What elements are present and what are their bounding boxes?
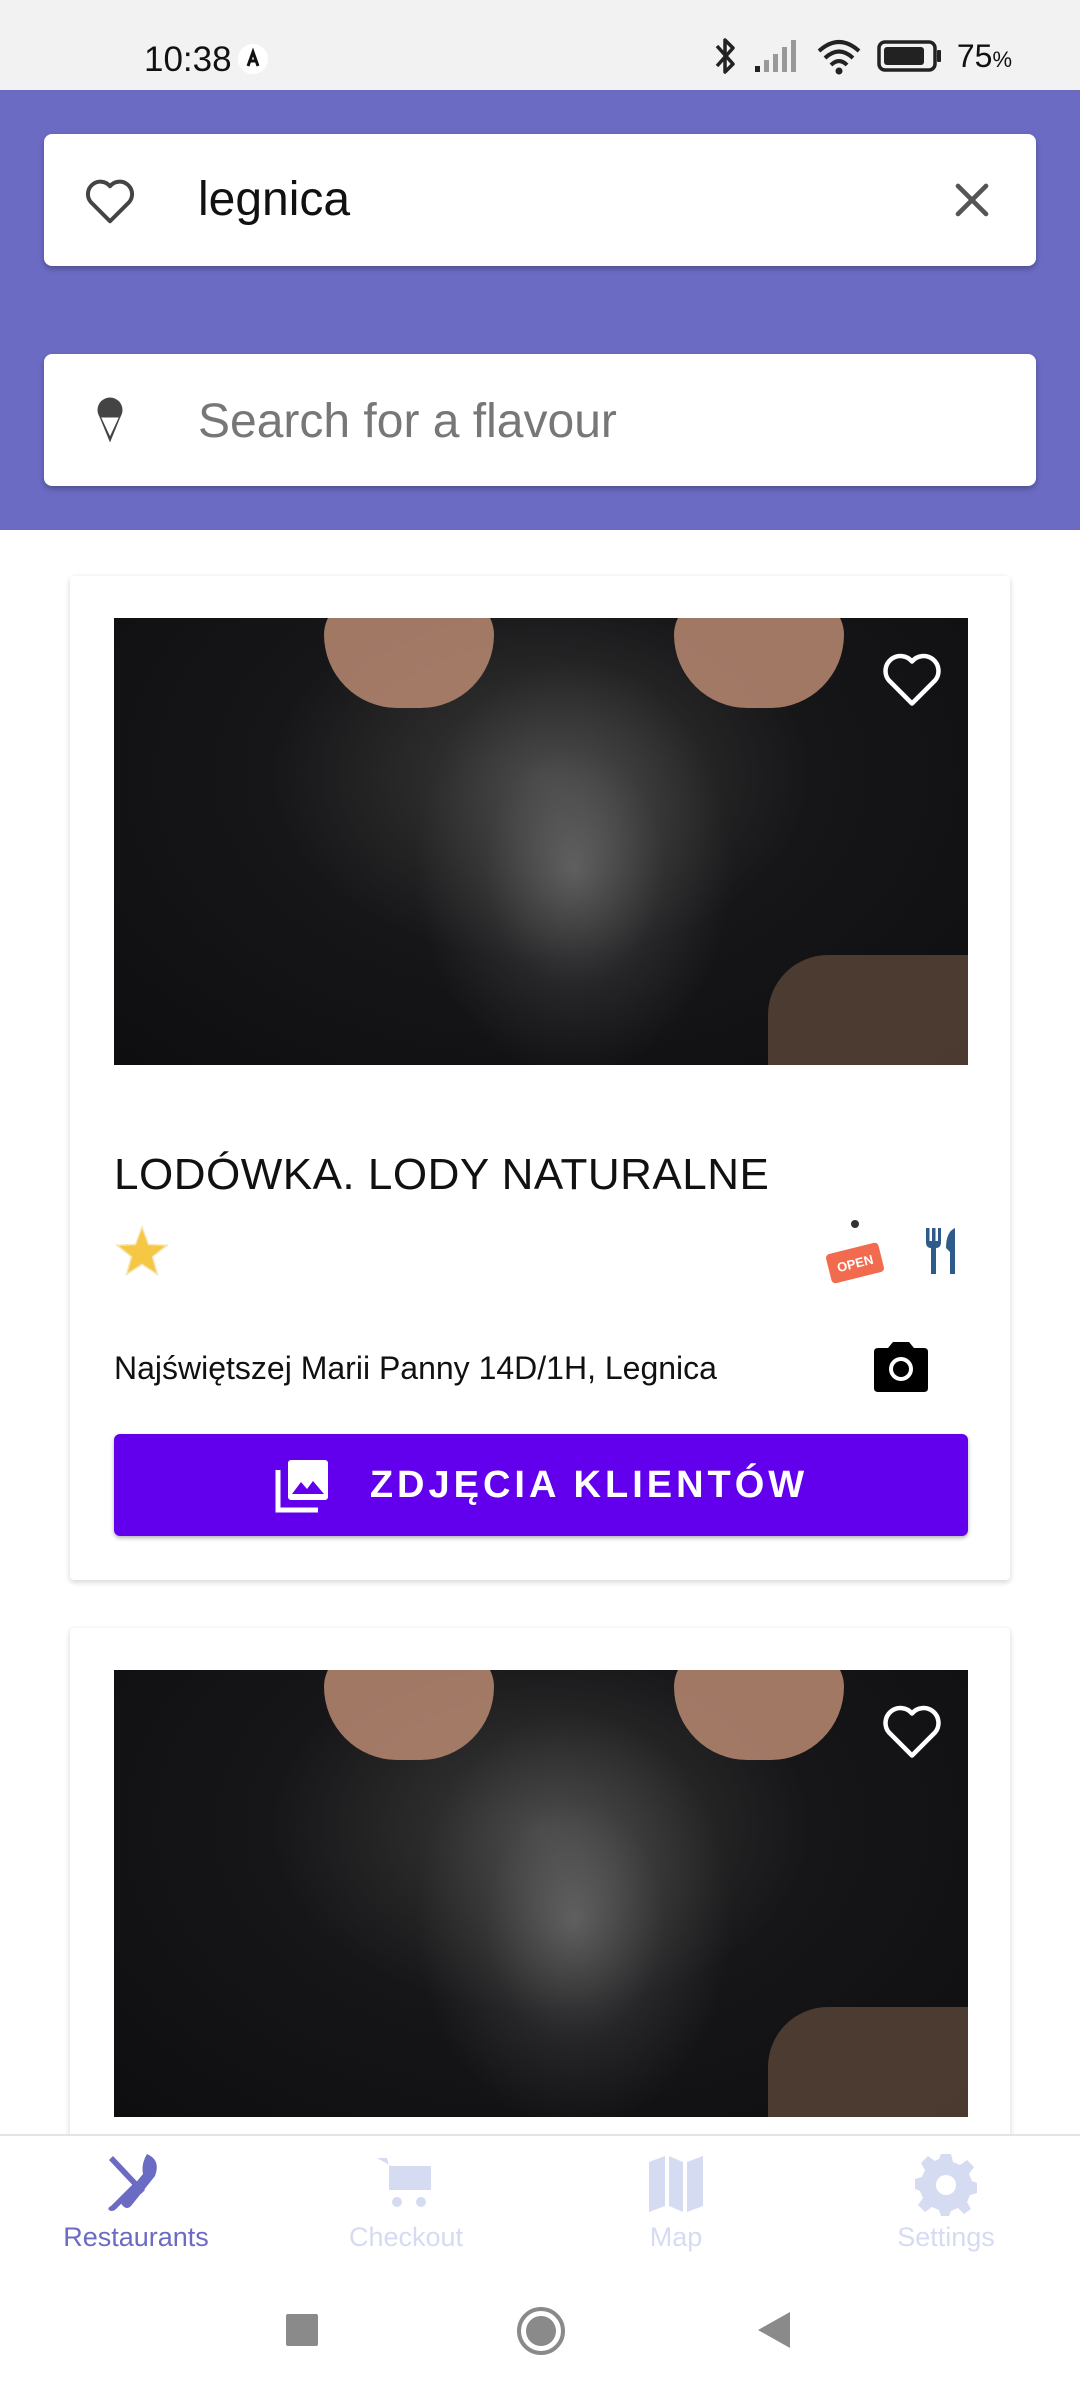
recent-apps-icon[interactable]: [286, 2314, 318, 2346]
nav-item-restaurants[interactable]: Restaurants: [26, 2150, 246, 2270]
restaurant-title: LODÓWKA. LODY NATURALNE: [114, 1150, 770, 1199]
search-header: legnica Search for a flavour: [0, 90, 1080, 530]
camera-icon[interactable]: [870, 1340, 932, 1394]
favorite-heart-icon[interactable]: [876, 1694, 948, 1766]
cart-icon: [377, 2158, 431, 2207]
restaurant-card[interactable]: [70, 1628, 1010, 2188]
signal-icon: [754, 40, 796, 72]
status-icons: 75%: [713, 36, 1012, 76]
map-icon: [649, 2156, 703, 2212]
status-bar: 10:38 75%: [0, 0, 1080, 90]
nav-label-map: Map: [649, 2222, 703, 2252]
restaurant-photo[interactable]: [114, 1670, 968, 2117]
photo-detail: [414, 1710, 734, 2117]
system-navigation: [0, 2270, 1080, 2400]
battery-percent: 75%: [956, 37, 1012, 74]
nav-label-restaurants: Restaurants: [63, 2222, 209, 2252]
photo-detail: [414, 658, 734, 1065]
nav-item-settings[interactable]: Settings: [836, 2150, 1056, 2270]
favorite-heart-icon[interactable]: [876, 642, 948, 714]
cutlery-icon: [920, 1226, 964, 1276]
nav-label-checkout: Checkout: [348, 2222, 464, 2252]
bottom-navigation: Restaurants Checkout Map Settings: [0, 2134, 1080, 2272]
restaurant-card[interactable]: LODÓWKA. LODY NATURALNE OPEN Najświętsze…: [70, 576, 1010, 1580]
wifi-icon: [817, 40, 861, 75]
flavour-search-field[interactable]: Search for a flavour: [44, 354, 1036, 486]
cutlery-icon: [108, 2154, 157, 2211]
battery-icon: [877, 40, 941, 72]
back-icon[interactable]: [756, 2310, 792, 2350]
gear-icon: [915, 2154, 977, 2216]
nav-item-map[interactable]: Map: [566, 2150, 786, 2270]
home-icon[interactable]: [516, 2306, 566, 2356]
customer-photos-button-label: ZDJĘCIA KLIENTÓW: [369, 1463, 809, 1506]
photo-detail: [768, 2007, 968, 2117]
close-icon[interactable]: [944, 172, 1000, 228]
city-search-value[interactable]: legnica: [198, 172, 350, 227]
star-icon: [112, 1222, 172, 1282]
customer-photos-button[interactable]: ZDJĘCIA KLIENTÓW: [114, 1434, 968, 1536]
restaurant-photo[interactable]: [114, 618, 968, 1065]
ice-cream-icon: [80, 390, 140, 450]
restaurant-address: Najświętszej Marii Panny 14D/1H, Legnica: [114, 1350, 717, 1386]
flavour-search-placeholder[interactable]: Search for a flavour: [198, 394, 617, 449]
nav-label-settings: Settings: [897, 2222, 995, 2252]
open-sign-icon: OPEN: [820, 1218, 890, 1288]
bluetooth-icon: [715, 38, 735, 74]
heart-outline-icon: [80, 170, 140, 230]
city-search-field[interactable]: legnica: [44, 134, 1036, 266]
status-time: 10:38: [144, 40, 232, 79]
photo-detail: [768, 955, 968, 1065]
notification-icon: [238, 44, 268, 74]
nav-item-checkout[interactable]: Checkout: [296, 2150, 516, 2270]
photo-library-icon: [274, 1456, 332, 1514]
